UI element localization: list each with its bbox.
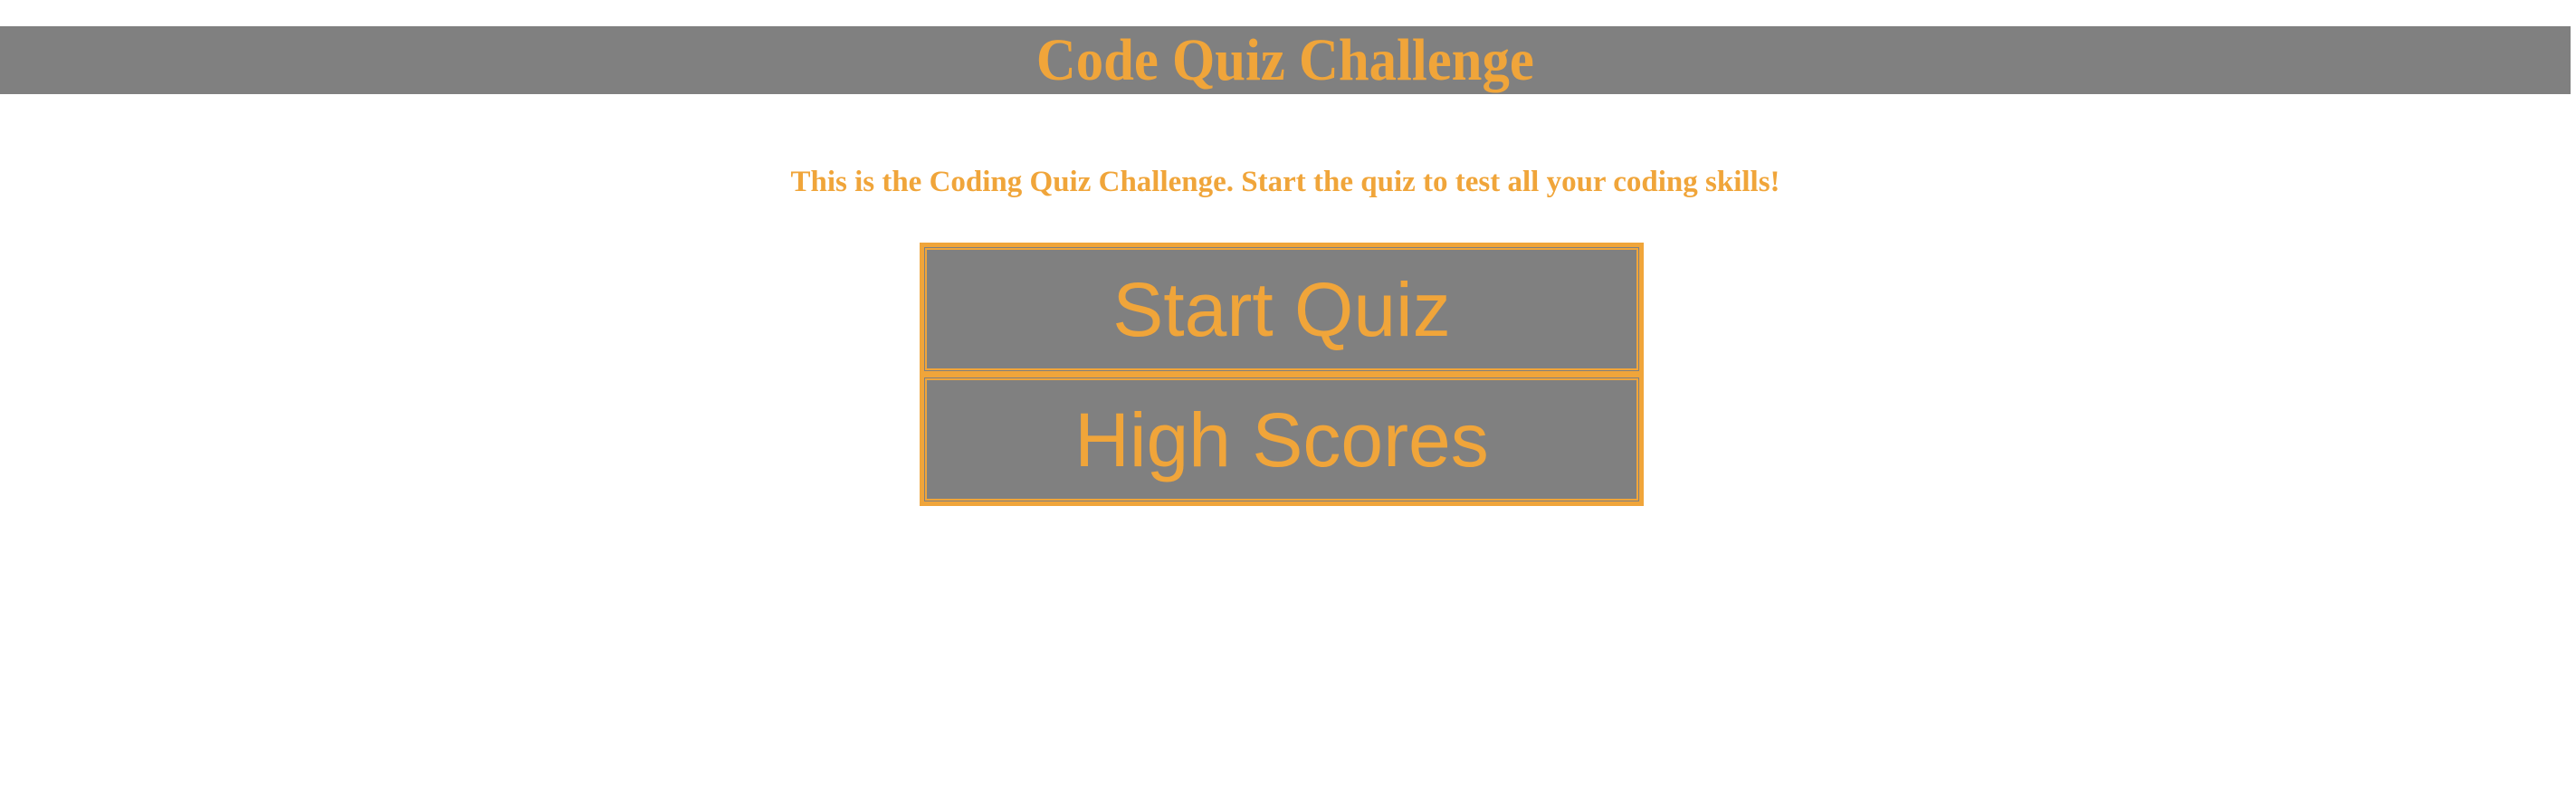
high-scores-button[interactable]: High Scores [922, 376, 1641, 503]
intro-text: This is the Coding Quiz Challenge. Start… [790, 166, 1780, 198]
start-quiz-button[interactable]: Start Quiz [922, 245, 1641, 373]
page-header: Code Quiz Challenge [0, 26, 2571, 94]
button-group: Start Quiz High Scores [920, 243, 1644, 506]
page-title: Code Quiz Challenge [1036, 27, 1534, 93]
